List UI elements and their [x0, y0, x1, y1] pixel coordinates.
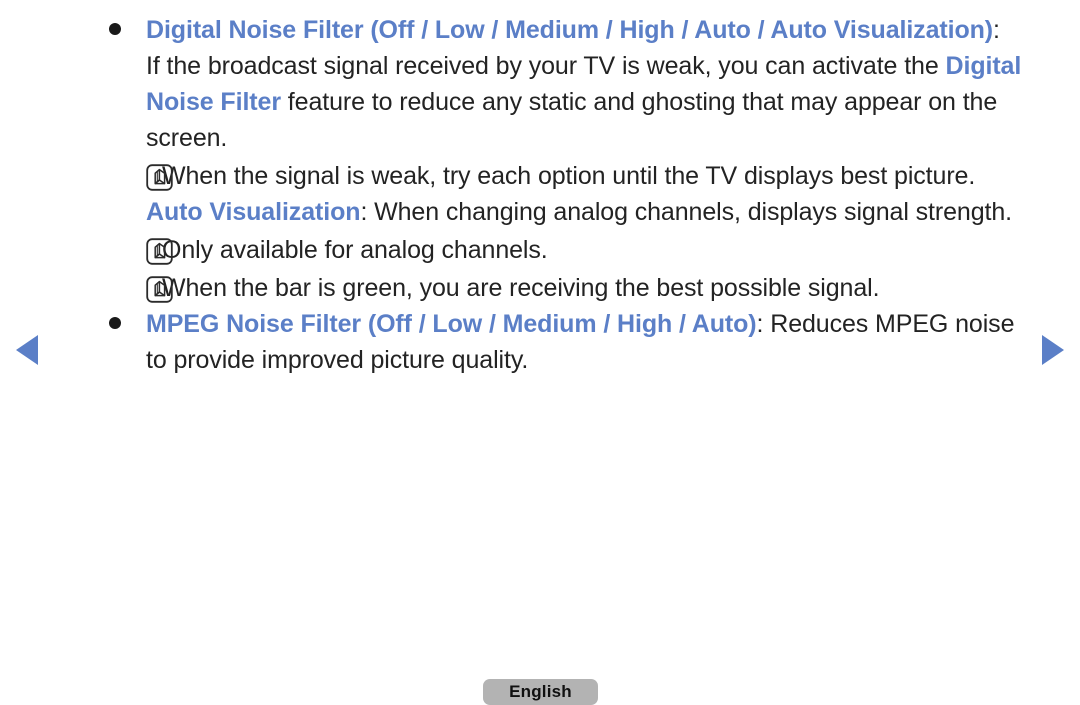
previous-page-arrow-icon[interactable]: [16, 335, 38, 365]
bullet-item-mpeg-noise-filter: MPEG Noise Filter (Off / Low / Medium / …: [100, 306, 1030, 378]
description-digital-noise-filter: If the broadcast signal received by your…: [100, 48, 1030, 156]
section-mpeg-noise-filter: MPEG Noise Filter (Off / Low / Medium / …: [100, 306, 1030, 378]
bullet-dot-icon: [109, 317, 121, 329]
bullet-dot-icon: [109, 23, 121, 35]
menu-term-suffix: :: [993, 16, 1000, 44]
note-text: When the bar is green, you are receiving…: [162, 274, 880, 302]
note-icon: [146, 164, 173, 191]
bullet-item-digital-noise-filter: Digital Noise Filter (Off / Low / Medium…: [100, 12, 1030, 48]
emanual-page: Digital Noise Filter (Off / Low / Medium…: [0, 0, 1080, 705]
note-icon: [146, 276, 173, 303]
menu-term-auto-visualization: Auto Visualization: [146, 198, 361, 226]
description-paragraph: If the broadcast signal received by your…: [146, 48, 1030, 156]
language-button[interactable]: English: [483, 679, 598, 705]
note-signal-weak: When the signal is weak, try each option…: [100, 158, 1030, 194]
auto-visualization-description: : When changing analog channels, display…: [360, 198, 1012, 226]
note-analog-only: Only available for analog channels.: [100, 232, 1030, 268]
section-digital-noise-filter: Digital Noise Filter (Off / Low / Medium…: [100, 12, 1030, 306]
menu-term-mpeg-noise-filter: MPEG Noise Filter (Off / Low / Medium / …: [146, 310, 757, 338]
description-text-before: If the broadcast signal received by your…: [146, 52, 946, 80]
next-page-arrow-icon[interactable]: [1042, 335, 1064, 365]
description-auto-visualization: Auto Visualization: When changing analog…: [100, 194, 1030, 230]
note-text: When the signal is weak, try each option…: [162, 162, 976, 190]
note-text: Only available for analog channels.: [162, 236, 548, 264]
bullet-heading-mpeg-noise-filter: MPEG Noise Filter (Off / Low / Medium / …: [146, 306, 1030, 378]
manual-content: Digital Noise Filter (Off / Low / Medium…: [100, 12, 1030, 378]
note-green-bar: When the bar is green, you are receiving…: [100, 270, 1030, 306]
language-button-label: English: [509, 682, 572, 701]
bullet-heading-digital-noise-filter: Digital Noise Filter (Off / Low / Medium…: [146, 12, 1030, 48]
note-icon: [146, 238, 173, 265]
menu-term-digital-noise-filter: Digital Noise Filter (Off / Low / Medium…: [146, 16, 994, 44]
auto-visualization-paragraph: Auto Visualization: When changing analog…: [146, 194, 1030, 230]
